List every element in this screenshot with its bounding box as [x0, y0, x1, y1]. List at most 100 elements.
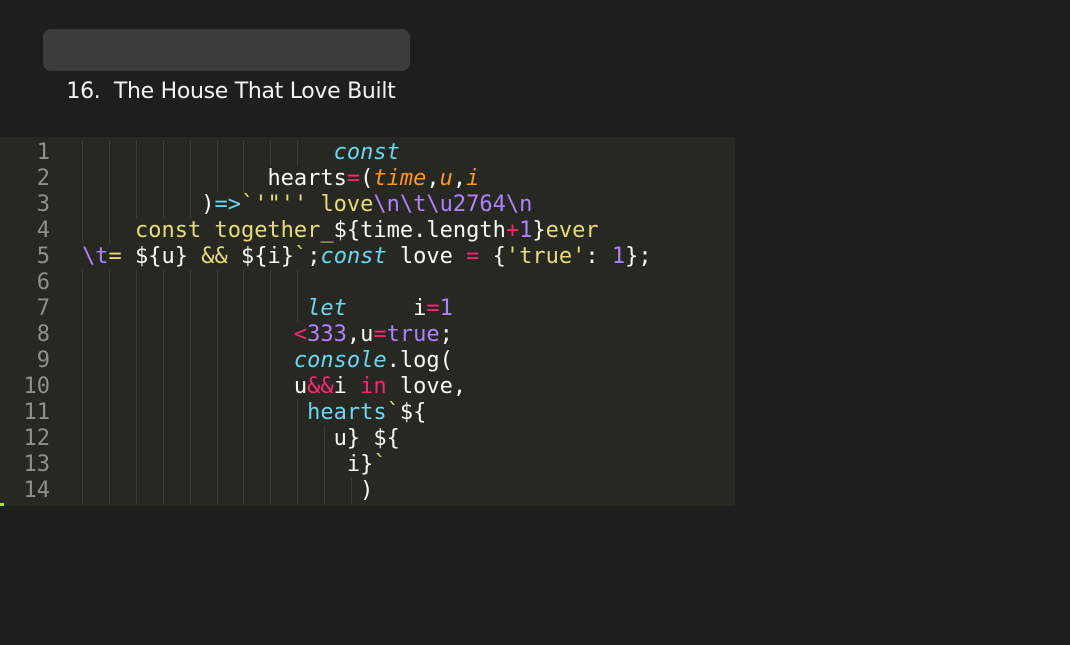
code-token: }; [625, 244, 652, 269]
code-token: ) [360, 478, 374, 503]
line-number: 11 [23, 400, 51, 425]
code-line: <333,u=true; [82, 322, 735, 348]
code-token: \n\t\u2764\n [373, 192, 533, 217]
code-token: i [466, 166, 480, 191]
code-token: ,u [346, 322, 374, 347]
indent-guide [216, 270, 218, 296]
code-token: console [293, 348, 387, 373]
code-line: u&&i in love, [82, 374, 735, 400]
code-token: && [307, 374, 334, 399]
code-token: const [333, 140, 400, 165]
code-token: = [108, 244, 135, 269]
code-token: u [293, 374, 308, 399]
code-token: ${u} [135, 244, 188, 269]
code-token: 1 [611, 244, 626, 269]
code-line: console.log( [82, 348, 735, 374]
code-line: const together_${time.length+1}ever [82, 218, 735, 244]
code-token: ${i} [240, 244, 294, 269]
code-token: i} [346, 452, 374, 477]
code-line: hearts`${ [82, 400, 735, 426]
code-token: i [346, 296, 427, 321]
code-token: { [479, 244, 506, 269]
code-line: const [82, 140, 735, 166]
line-number: 1 [36, 140, 50, 165]
line-number: 8 [36, 322, 50, 347]
code-editor: 1 2 3 4 5 6 7 8 9 10 11 12 13 14 const hearts=(time,u… [0, 137, 735, 506]
indent-guide [108, 270, 110, 296]
line-number: 5 [36, 244, 50, 269]
snippet-title-text: 16. The House That Love Built [66, 79, 396, 104]
code-token: = [466, 244, 480, 269]
indent-guide [162, 270, 164, 296]
code-token: ` [373, 452, 387, 477]
line-number: 10 [23, 374, 51, 399]
code-area: const hearts=(time,u,i )=>`'"'' love\n\t… [82, 140, 735, 504]
code-token: 1 [439, 296, 453, 321]
code-token: `'"'' love [240, 192, 374, 217]
code-token: => [214, 192, 241, 217]
code-token: time.length [360, 218, 506, 243]
code-line: \t= ${u} && ${i}`;const love = {'true': … [82, 244, 735, 270]
code-token: hearts [267, 166, 347, 191]
code-token: ${ [373, 426, 400, 451]
code-token: const together_ [134, 218, 334, 243]
line-number-gutter: 1 2 3 4 5 6 7 8 9 10 11 12 13 14 [0, 140, 51, 504]
code-line: i}` [82, 452, 735, 478]
code-token: 1 [519, 218, 533, 243]
code-token: : [585, 244, 612, 269]
code-token: < [293, 322, 308, 347]
code-token: \t [82, 244, 109, 269]
code-line: hearts=(time,u,i [82, 166, 735, 192]
code-token: , [426, 166, 440, 191]
cursor-indicator [0, 503, 4, 506]
code-line: )=>`'"'' love\n\t\u2764\n [82, 192, 735, 218]
line-number: 13 [23, 452, 51, 477]
code-token: 'true' [505, 244, 586, 269]
code-token: u} [333, 426, 361, 451]
line-number: 7 [36, 296, 50, 321]
line-number: 3 [36, 192, 50, 217]
indent-guide [243, 270, 245, 296]
code-token: ${ [399, 400, 427, 425]
code-token: = [346, 166, 361, 191]
code-token: time [373, 166, 427, 191]
code-line: let i=1 [82, 296, 735, 322]
code-token: ( [360, 166, 374, 191]
code-token: , [452, 166, 467, 191]
code-token: && [187, 244, 241, 269]
line-number: 2 [36, 166, 50, 191]
indent-guide [82, 270, 83, 296]
indent-guide [135, 270, 137, 296]
code-token: const [320, 244, 387, 269]
code-token: love [386, 244, 467, 269]
line-number: 9 [36, 348, 50, 373]
code-token: i [333, 374, 361, 399]
code-token: = [426, 296, 440, 321]
snippet-title: 16. The House That Love Built [43, 29, 410, 104]
code-token: ` [293, 244, 308, 269]
code-line: u} ${ [82, 426, 735, 452]
code-token: } [532, 218, 546, 243]
indent-guide [297, 270, 299, 296]
code-token: ) [201, 192, 215, 217]
code-token: let [307, 296, 347, 321]
indent-guide [270, 270, 272, 296]
code-token: love, [386, 374, 467, 399]
code-token: u [439, 166, 453, 191]
code-token: ; [307, 244, 321, 269]
code-token: = [373, 322, 387, 347]
code-token: ${ [333, 218, 361, 243]
code-token: 333 [307, 322, 347, 347]
indent-guide [189, 270, 191, 296]
code-token: hearts [307, 400, 387, 425]
code-line [82, 270, 735, 296]
code-token: .log( [386, 348, 453, 373]
code-token: + [505, 218, 520, 243]
line-number: 14 [23, 478, 51, 503]
code-token: ever [545, 218, 599, 243]
line-number: 6 [36, 270, 50, 295]
line-number: 12 [23, 426, 51, 451]
code-token: in [360, 374, 387, 399]
code-token: true [386, 322, 440, 347]
